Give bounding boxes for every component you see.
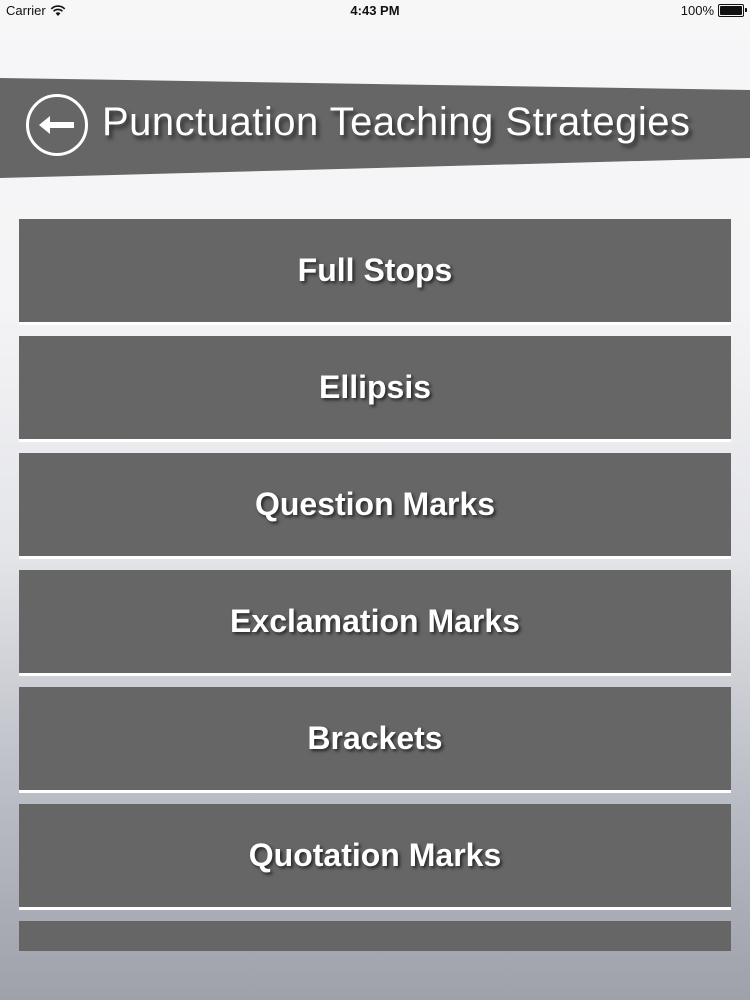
menu-item-full-stops[interactable]: Full Stops — [19, 219, 731, 325]
menu-item-label: Ellipsis — [318, 369, 432, 405]
menu-item-partial[interactable] — [19, 921, 731, 951]
menu-item-label: Quotation Marks — [248, 837, 502, 873]
back-arrow-icon — [39, 116, 74, 134]
menu-item-brackets[interactable]: Brackets — [19, 687, 731, 793]
menu-item-label: Full Stops — [297, 252, 453, 288]
menu-item-label: Question Marks — [254, 486, 496, 522]
page-title: Punctuation Teaching Strategies — [102, 100, 691, 144]
back-button[interactable] — [26, 94, 88, 156]
menu-item-exclamation-marks[interactable]: Exclamation Marks — [19, 570, 731, 676]
banner-shape — [0, 78, 750, 178]
menu-item-ellipsis[interactable]: Ellipsis — [19, 336, 731, 442]
menu-item-label: Exclamation Marks — [230, 603, 520, 639]
menu-item-question-marks[interactable]: Question Marks — [19, 453, 731, 559]
header-banner: Punctuation Teaching Strategies — [0, 0, 750, 180]
menu-list: Full Stops Ellipsis Question Marks Excla… — [19, 219, 731, 951]
menu-item-label: Brackets — [307, 720, 443, 756]
menu-item-quotation-marks[interactable]: Quotation Marks — [19, 804, 731, 910]
